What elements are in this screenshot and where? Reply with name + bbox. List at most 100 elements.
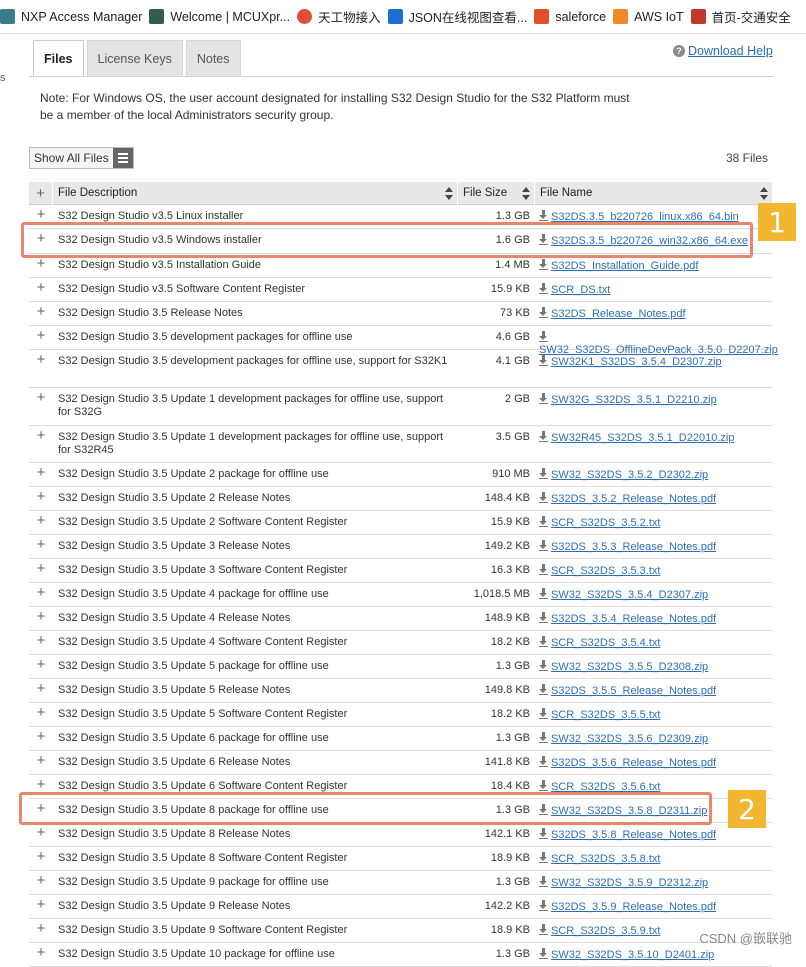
expand-row-button[interactable]: + [29, 583, 53, 606]
expand-row-button[interactable]: + [29, 426, 53, 462]
file-size: 1.3 GB [495, 876, 530, 888]
plus-icon: + [36, 560, 46, 577]
file-name-cell: SCR_S32DS_3.5.4.txt [535, 631, 772, 654]
expand-row-button[interactable]: + [29, 511, 53, 534]
file-download-link[interactable]: SW32_S32DS_3.5.4_D2307.zip [551, 589, 708, 601]
file-description: S32 Design Studio 3.5 Update 8 Software … [58, 852, 348, 864]
plus-icon: + [36, 255, 46, 272]
file-name-cell: SW32K1_S32DS_3.5.4_D2307.zip [535, 350, 772, 387]
file-name-cell: S32DS_3.5.5_Release_Notes.pdf [535, 679, 772, 702]
file-description: S32 Design Studio 3.5 Update 6 Release N… [58, 756, 291, 768]
file-download-link[interactable]: S32DS_3.5.5_Release_Notes.pdf [551, 685, 716, 697]
expand-row-button[interactable]: + [29, 302, 53, 325]
expand-row-button[interactable]: + [29, 823, 53, 846]
file-download-link[interactable]: SW32K1_S32DS_3.5.4_D2307.zip [551, 356, 722, 368]
show-all-files-label: Show All Files [34, 151, 109, 165]
tab-files[interactable]: Files [33, 40, 84, 77]
bookmark-label: Welcome | MCUXpr... [170, 9, 291, 24]
file-download-link[interactable]: SW32_S32DS_3.5.10_D2401.zip [551, 949, 714, 961]
file-size: 18.2 KB [490, 636, 530, 648]
bookmark-item[interactable]: saleforce [534, 9, 613, 24]
expand-row-button[interactable]: + [29, 463, 53, 486]
table-row: + S32 Design Studio 3.5 Update 9 Release … [29, 895, 772, 919]
file-download-link[interactable]: SW32_S32DS_3.5.9_D2312.zip [551, 877, 708, 889]
tab-notes[interactable]: Notes [185, 40, 241, 77]
expand-row-button[interactable]: + [29, 847, 53, 870]
file-size: 16.3 KB [490, 564, 530, 576]
expand-row-button[interactable]: + [29, 326, 53, 349]
expand-row-button[interactable]: + [29, 487, 53, 510]
highlight-windows-installer [21, 222, 753, 258]
download-icon [539, 612, 548, 623]
file-download-link[interactable]: SW32_S32DS_3.5.6_D2309.zip [551, 733, 708, 745]
file-size: 18.9 KB [490, 852, 530, 864]
expand-row-button[interactable]: + [29, 727, 53, 750]
file-download-link[interactable]: S32DS_3.5.2_Release_Notes.pdf [551, 493, 716, 505]
plus-icon: + [36, 351, 46, 368]
expand-row-button[interactable]: + [29, 350, 53, 387]
file-download-link[interactable]: SW32G_S32DS_3.5.1_D2210.zip [551, 394, 717, 406]
file-download-link[interactable]: S32DS_Release_Notes.pdf [551, 308, 686, 320]
file-name-cell: SW32_S32DS_3.5.6_D2309.zip [535, 727, 772, 750]
expand-row-button[interactable]: + [29, 607, 53, 630]
tab-license-keys[interactable]: License Keys [86, 40, 183, 77]
expand-row-button[interactable]: + [29, 679, 53, 702]
file-download-link[interactable]: S32DS_3.5.4_Release_Notes.pdf [551, 613, 716, 625]
table-row: + S32 Design Studio 3.5 Update 3 Software… [29, 559, 772, 583]
file-description: S32 Design Studio 3.5 Update 5 package f… [58, 660, 329, 672]
file-name-cell: S32DS_3.5.2_Release_Notes.pdf [535, 487, 772, 510]
expand-row-button[interactable]: + [29, 535, 53, 558]
expand-row-button[interactable]: + [29, 871, 53, 894]
expand-row-button[interactable]: + [29, 278, 53, 301]
file-download-link[interactable]: SCR_DS.txt [551, 284, 610, 296]
download-icon [539, 516, 548, 527]
expand-row-button[interactable]: + [29, 388, 53, 425]
header-name[interactable]: File Name [535, 182, 772, 205]
file-download-link[interactable]: SCR_S32DS_3.5.9.txt [551, 925, 660, 937]
file-download-link[interactable]: SCR_S32DS_3.5.3.txt [551, 565, 660, 577]
table-row: + S32 Design Studio 3.5 Update 9 Software… [29, 919, 772, 943]
expand-row-button[interactable]: + [29, 655, 53, 678]
bookmark-item[interactable]: NXP Access Manager [0, 9, 149, 24]
table-row: + S32 Design Studio 3.5 Update 6 Release … [29, 751, 772, 775]
file-name-cell: SCR_DS.txt [535, 278, 772, 301]
file-download-link[interactable]: SW32_S32DS_3.5.5_D2308.zip [551, 661, 708, 673]
show-all-files-button[interactable]: Show All Files [29, 147, 134, 169]
file-download-link[interactable]: S32DS_3.5.8_Release_Notes.pdf [551, 829, 716, 841]
tab-divider [29, 76, 773, 77]
header-description[interactable]: File Description [53, 181, 458, 205]
expand-row-button[interactable]: + [29, 631, 53, 654]
expand-row-button[interactable]: + [29, 703, 53, 726]
file-download-link[interactable]: S32DS_3.5.9_Release_Notes.pdf [551, 901, 716, 913]
bookmark-item[interactable]: JSON在线视图查看... [387, 7, 535, 26]
expand-row-button[interactable]: + [29, 895, 53, 918]
file-download-link[interactable]: SCR_S32DS_3.5.4.txt [551, 637, 660, 649]
file-download-link[interactable]: S32DS_3.5.3_Release_Notes.pdf [551, 541, 716, 553]
table-row: + S32 Design Studio 3.5 Update 8 Software… [29, 847, 772, 871]
header-size-label: File Size [463, 187, 508, 199]
file-download-link[interactable]: S32DS_Installation_Guide.pdf [551, 260, 698, 272]
file-download-link[interactable]: SCR_S32DS_3.5.8.txt [551, 853, 660, 865]
file-download-link[interactable]: SCR_S32DS_3.5.2.txt [551, 517, 660, 529]
bookmark-item[interactable]: 天工物接入 [297, 7, 388, 26]
expand-row-button[interactable]: + [29, 559, 53, 582]
file-description: S32 Design Studio 3.5 Update 4 Release N… [58, 612, 291, 624]
aws-cube-icon [613, 9, 629, 24]
bookmark-item[interactable]: AWS IoT [613, 9, 691, 24]
bookmark-item[interactable]: 首页-交通安全 [690, 7, 798, 26]
file-download-link[interactable]: SW32_S32DS_3.5.2_D2302.zip [551, 469, 708, 481]
file-download-link[interactable]: SCR_S32DS_3.5.5.txt [551, 709, 660, 721]
download-help[interactable]: ? Download Help [673, 44, 773, 58]
expand-row-button[interactable]: + [29, 751, 53, 774]
plus-icon: + [36, 608, 46, 625]
header-size[interactable]: File Size [458, 181, 535, 205]
file-download-link[interactable]: S32DS_3.5.6_Release_Notes.pdf [551, 757, 716, 769]
bookmark-item[interactable]: Welcome | MCUXpr... [149, 9, 297, 24]
expand-row-button[interactable]: + [29, 919, 53, 942]
file-name-cell: SW32_S32DS_3.5.5_D2308.zip [535, 655, 772, 678]
file-download-link[interactable]: SW32R45_S32DS_3.5.1_D22010.zip [551, 432, 734, 444]
plus-icon: + [36, 427, 46, 444]
download-help-link[interactable]: Download Help [688, 44, 773, 58]
expand-all-button[interactable]: + [29, 181, 53, 205]
download-icon [539, 948, 548, 959]
